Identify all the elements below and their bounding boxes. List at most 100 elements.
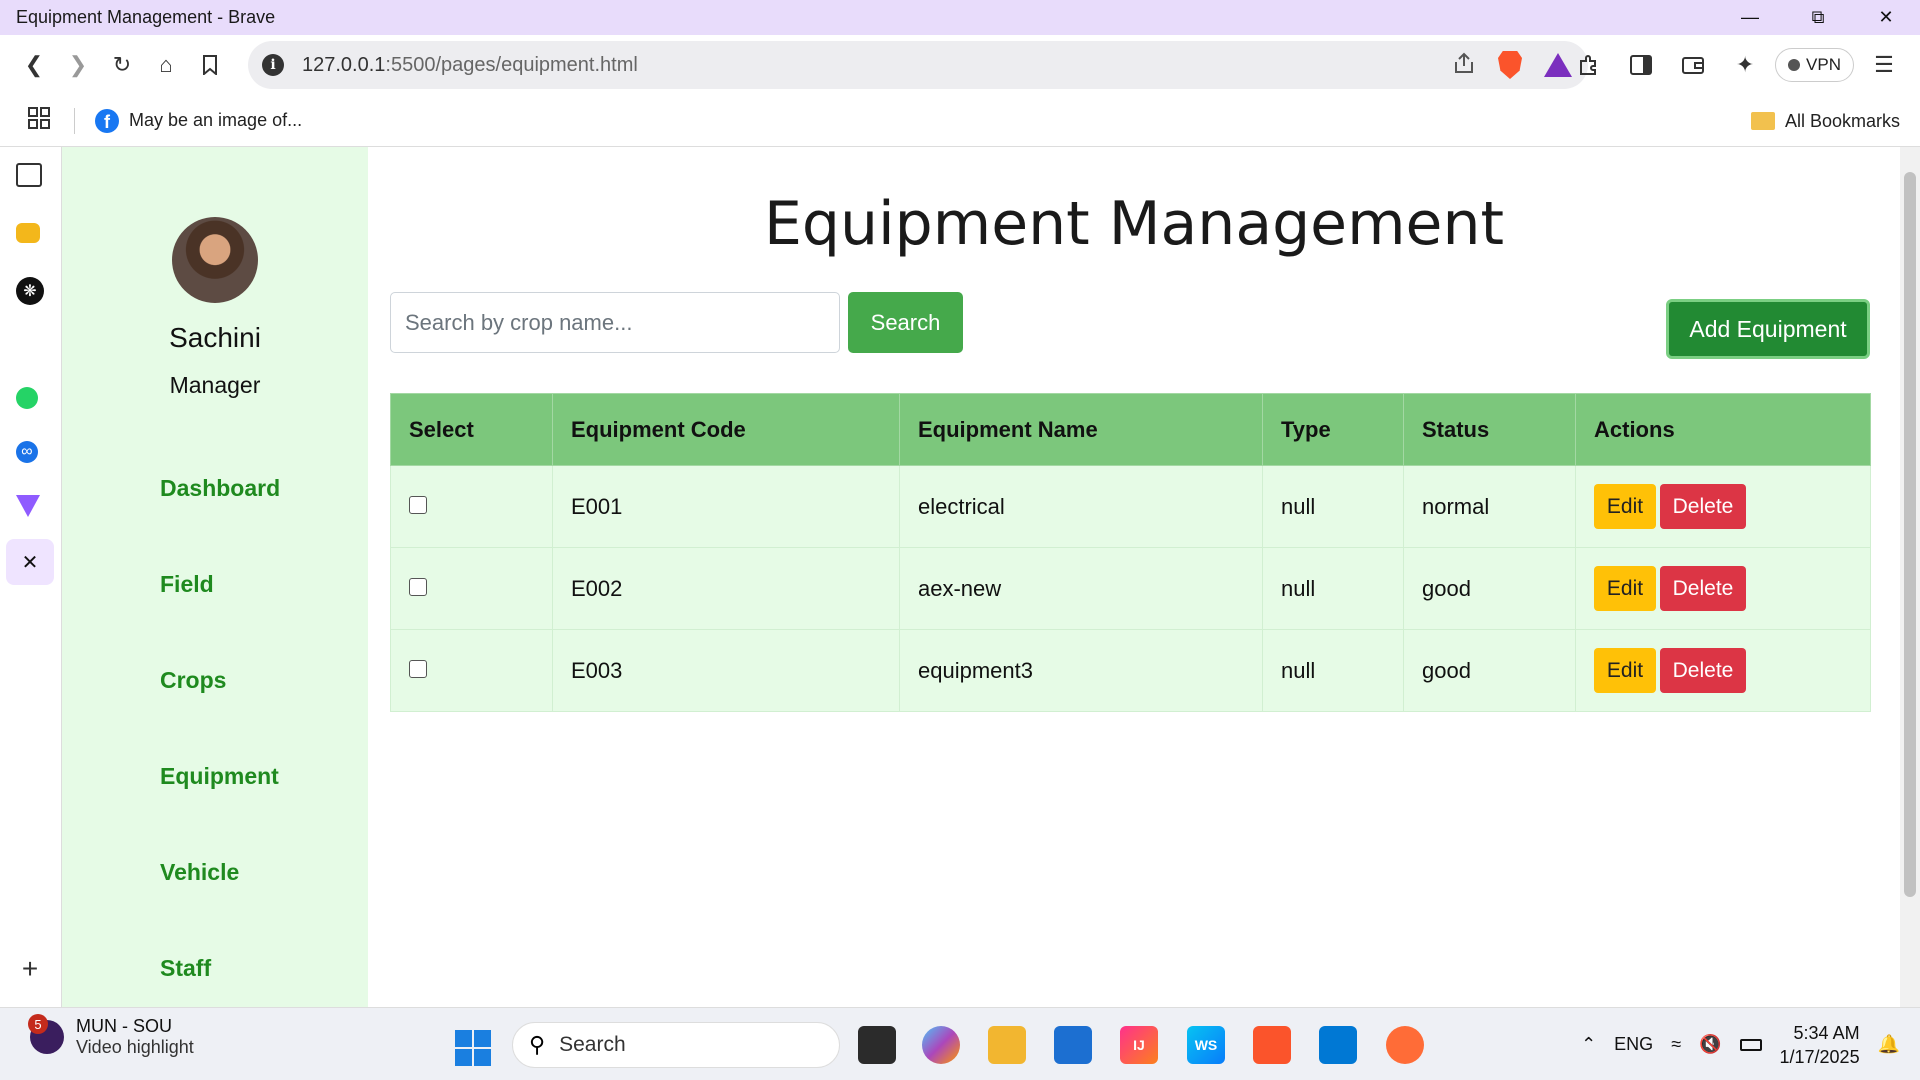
bookmarks-bar: f May be an image of... All Bookmarks [0, 95, 1920, 147]
vpn-status-icon [1788, 59, 1801, 71]
header-type: Type [1262, 393, 1404, 466]
nav-dashboard[interactable]: Dashboard [160, 475, 280, 502]
status-cell: normal [1403, 465, 1576, 548]
taskbar-search[interactable]: ⚲ Search [512, 1022, 840, 1068]
site-info-icon[interactable]: i [262, 54, 284, 76]
contacts-icon[interactable] [16, 223, 40, 243]
bookmark-item[interactable]: f May be an image of... [95, 108, 303, 133]
address-bar-actions [1452, 41, 1572, 89]
webstorm-icon[interactable]: WS [1187, 1026, 1225, 1064]
chevron-up-icon[interactable]: ⌃ [1581, 1034, 1596, 1055]
speaker-muted-icon[interactable]: 🔇 [1699, 1034, 1721, 1055]
vpn-label: VPN [1806, 55, 1841, 74]
row-checkbox[interactable] [409, 495, 427, 514]
microsoft-store-icon[interactable] [1054, 1026, 1092, 1064]
table-row: E003 equipment3 null good Edit Delete [390, 629, 1871, 712]
code-cell: E001 [552, 465, 900, 548]
page-scrollbar[interactable] [1900, 147, 1920, 1007]
code-cell: E002 [552, 547, 900, 630]
home-icon[interactable]: ⌂ [144, 43, 188, 87]
close-window-button[interactable]: ✕ [1852, 0, 1920, 35]
add-panel-icon[interactable]: + [16, 953, 44, 984]
url-text[interactable]: 127.0.0.1:5500/pages/equipment.html [302, 54, 638, 77]
delete-button[interactable]: Delete [1660, 648, 1746, 693]
task-view-icon[interactable] [858, 1026, 896, 1064]
nav-staff[interactable]: Staff [160, 955, 211, 982]
share-icon[interactable] [1452, 52, 1476, 79]
wifi-icon[interactable]: ≈ [1671, 1034, 1681, 1055]
restore-button[interactable]: ⧉ [1784, 0, 1852, 35]
nav-equipment[interactable]: Equipment [160, 763, 279, 790]
all-bookmarks-button[interactable]: All Bookmarks [1750, 95, 1900, 147]
postman-icon[interactable] [1386, 1026, 1424, 1064]
equipment-table: Select Equipment Code Equipment Name Typ… [390, 393, 1871, 712]
brave-taskbar-icon[interactable] [1253, 1026, 1291, 1064]
minimize-button[interactable]: — [1716, 0, 1784, 35]
select-cell [390, 547, 553, 630]
header-select: Select [390, 393, 553, 466]
row-checkbox[interactable] [409, 659, 427, 678]
copilot-icon[interactable] [922, 1026, 960, 1064]
delete-button[interactable]: Delete [1660, 484, 1746, 529]
widget-subtitle: Video highlight [76, 1037, 194, 1057]
address-bar[interactable]: i 127.0.0.1:5500/pages/equipment.html [248, 41, 1588, 89]
wallet-icon[interactable] [1671, 43, 1715, 87]
menu-icon[interactable]: ☰ [1862, 43, 1906, 87]
vite-icon[interactable] [16, 495, 40, 517]
url-path: :5500/pages/equipment.html [385, 53, 638, 76]
apps-grid-icon[interactable] [28, 107, 50, 134]
chatgpt-icon[interactable]: ❋ [16, 277, 44, 305]
forward-icon[interactable]: ❯ [56, 43, 100, 87]
leo-ai-icon[interactable]: ✦ [1723, 43, 1767, 87]
clock[interactable]: 5:34 AM 1/17/2025 [1780, 1021, 1860, 1069]
whatsapp-icon[interactable] [16, 387, 38, 409]
file-explorer-icon[interactable] [988, 1026, 1026, 1064]
nav-field[interactable]: Field [160, 571, 214, 598]
brave-shields-icon[interactable] [1498, 51, 1522, 79]
windows-taskbar: 5 MUN - SOU Video highlight ⚲ Search IJ … [0, 1007, 1920, 1080]
browser-extensions: ✦ VPN ☰ [1567, 35, 1920, 95]
all-bookmarks-label: All Bookmarks [1784, 110, 1900, 131]
close-panel-icon[interactable]: ✕ [6, 539, 54, 585]
row-checkbox[interactable] [409, 577, 427, 596]
screen: Equipment Management - Brave — ⧉ ✕ ❮ ❯ ↻… [0, 0, 1920, 1080]
select-cell [390, 629, 553, 712]
news-widget[interactable]: 5 MUN - SOU Video highlight [28, 1014, 194, 1058]
intellij-icon[interactable]: IJ [1120, 1026, 1158, 1064]
table-header-row: Select Equipment Code Equipment Name Typ… [390, 393, 1871, 466]
language-indicator[interactable]: ENG [1614, 1034, 1653, 1055]
reload-icon[interactable]: ↻ [100, 43, 144, 87]
battery-icon[interactable] [1739, 1038, 1762, 1051]
scrollbar-thumb[interactable] [1904, 172, 1916, 897]
app-sidebar: Sachini Manager Dashboard Field Crops Eq… [62, 147, 368, 1007]
delete-button[interactable]: Delete [1660, 566, 1746, 611]
name-cell: equipment3 [899, 629, 1263, 712]
edit-button[interactable]: Edit [1594, 566, 1656, 611]
page-title: Equipment Management [763, 189, 1504, 259]
back-icon[interactable]: ❮ [12, 43, 56, 87]
vpn-button[interactable]: VPN [1775, 48, 1854, 82]
extensions-icon[interactable] [1567, 43, 1611, 87]
reading-list-icon[interactable] [16, 163, 42, 187]
add-equipment-button[interactable]: Add Equipment [1666, 299, 1870, 359]
code-cell: E003 [552, 629, 900, 712]
search-button[interactable]: Search [848, 292, 963, 353]
type-cell: null [1262, 629, 1404, 712]
edit-button[interactable]: Edit [1594, 648, 1656, 693]
search-input[interactable] [390, 292, 840, 353]
link-icon[interactable]: ∞ [16, 441, 38, 463]
nav-crops[interactable]: Crops [160, 667, 226, 694]
vscode-icon[interactable] [1319, 1026, 1357, 1064]
name-cell: electrical [899, 465, 1263, 548]
bookmark-icon[interactable] [188, 43, 232, 87]
actions-cell: Edit Delete [1575, 465, 1871, 548]
notifications-bell-icon[interactable]: 🔔 [1878, 1034, 1900, 1055]
sidebar-toggle-icon[interactable] [1619, 43, 1663, 87]
windows-start-icon[interactable] [455, 1030, 491, 1066]
actions-cell: Edit Delete [1575, 629, 1871, 712]
nav-vehicle[interactable]: Vehicle [160, 859, 239, 886]
edit-button[interactable]: Edit [1594, 484, 1656, 529]
search-icon: ⚲ [529, 1032, 546, 1057]
bookmark-label: May be an image of... [129, 110, 303, 130]
status-cell: good [1403, 629, 1576, 712]
